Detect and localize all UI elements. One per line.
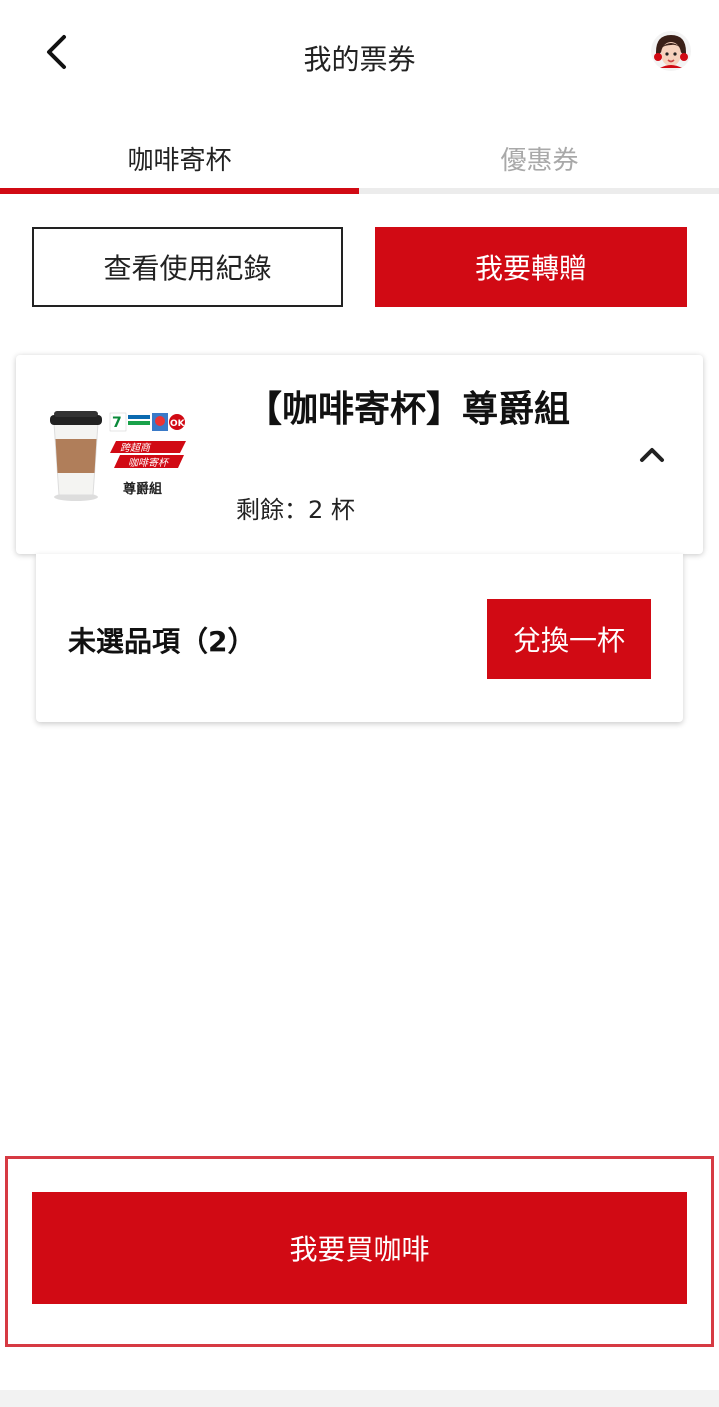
tab-coffee-storage[interactable]: 咖啡寄杯 — [0, 140, 359, 177]
chevron-up-icon — [640, 448, 664, 462]
product-title: 【咖啡寄杯】尊爵組 — [246, 389, 571, 430]
tab-coupons[interactable]: 優惠券 — [360, 140, 719, 177]
bottom-strip — [0, 1390, 719, 1407]
buy-coffee-button[interactable]: 我要買咖啡 — [32, 1192, 687, 1304]
collapse-toggle[interactable] — [636, 440, 668, 468]
page-title: 我的票券 — [303, 43, 416, 76]
svg-text:7: 7 — [112, 415, 122, 431]
image-caption: 尊爵組 — [123, 481, 162, 497]
image-badge-line2: 咖啡寄杯 — [128, 457, 170, 469]
image-badge-line1: 跨超商 — [120, 442, 152, 454]
active-tab-indicator — [0, 188, 359, 194]
redeem-one-button[interactable]: 兌換一杯 — [487, 599, 651, 679]
user-avatar-icon[interactable] — [650, 30, 692, 72]
unselected-items-label: 未選品項（2） — [68, 625, 256, 658]
remaining-count: 剩餘：2 杯 — [236, 496, 355, 524]
transfer-button[interactable]: 我要轉贈 — [375, 227, 687, 307]
svg-text:OK: OK — [170, 419, 186, 429]
product-image: 7 OK 跨超商 咖啡寄杯 尊爵組 — [44, 405, 194, 505]
view-history-button[interactable]: 查看使用紀錄 — [32, 227, 343, 307]
